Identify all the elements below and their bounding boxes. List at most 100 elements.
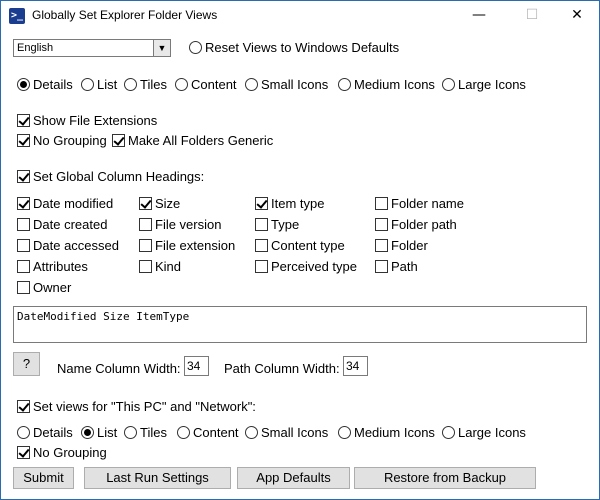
radio-indicator: [245, 78, 258, 91]
language-select[interactable]: English ▼: [13, 39, 171, 57]
col-size[interactable]: Size: [139, 196, 180, 211]
checkbox-indicator: [17, 281, 30, 294]
help-button[interactable]: ?: [13, 352, 40, 376]
name-width-label: Name Column Width:: [57, 361, 181, 376]
checkbox-indicator: [17, 446, 30, 459]
view-mode-medium-icons[interactable]: Medium Icons: [338, 77, 435, 92]
maximize-icon: ☐: [525, 7, 539, 23]
col-perceived-type[interactable]: Perceived type: [255, 259, 357, 274]
radio-indicator: [189, 41, 202, 54]
checkbox-indicator: [17, 239, 30, 252]
checkbox-indicator: [375, 197, 388, 210]
minimize-button[interactable]: —: [456, 1, 502, 30]
reset-views-label: Reset Views to Windows Defaults: [205, 40, 400, 55]
checkbox-indicator: [17, 218, 30, 231]
radio-indicator: [81, 78, 94, 91]
radio-indicator: [245, 426, 258, 439]
col-folder[interactable]: Folder: [375, 238, 428, 253]
radio-indicator: [124, 78, 137, 91]
view-mode-small-icons[interactable]: Small Icons: [245, 77, 328, 92]
view-mode-tiles[interactable]: Tiles: [124, 77, 167, 92]
restore-backup-button[interactable]: Restore from Backup: [354, 467, 536, 489]
no-grouping-checkbox[interactable]: No Grouping: [17, 133, 107, 148]
app-defaults-button[interactable]: App Defaults: [237, 467, 350, 489]
minimize-icon: —: [472, 7, 486, 23]
col-type[interactable]: Type: [255, 217, 299, 232]
checkbox-indicator: [255, 239, 268, 252]
make-generic-checkbox[interactable]: Make All Folders Generic: [112, 133, 273, 148]
pc-view-tiles[interactable]: Tiles: [124, 425, 167, 440]
col-folder-path[interactable]: Folder path: [375, 217, 457, 232]
checkbox-indicator: [255, 260, 268, 273]
checkbox-indicator: [112, 134, 125, 147]
checkbox-indicator: [255, 197, 268, 210]
col-content-type[interactable]: Content type: [255, 238, 345, 253]
checkbox-indicator: [17, 134, 30, 147]
main-window: >_ Globally Set Explorer Folder Views — …: [0, 0, 600, 500]
pc-view-small-icons[interactable]: Small Icons: [245, 425, 328, 440]
col-folder-name[interactable]: Folder name: [375, 196, 464, 211]
checkbox-indicator: [375, 239, 388, 252]
checkbox-indicator: [17, 197, 30, 210]
radio-indicator: [175, 78, 188, 91]
name-width-input[interactable]: 34: [184, 356, 209, 376]
col-attributes[interactable]: Attributes: [17, 259, 88, 274]
pc-no-grouping-checkbox[interactable]: No Grouping: [17, 445, 107, 460]
col-file-version[interactable]: File version: [139, 217, 221, 232]
checkbox-indicator: [375, 218, 388, 231]
pc-view-list[interactable]: List: [81, 425, 117, 440]
pc-view-large-icons[interactable]: Large Icons: [442, 425, 526, 440]
radio-indicator: [17, 78, 30, 91]
checkbox-indicator: [17, 400, 30, 413]
checkbox-indicator: [255, 218, 268, 231]
maximize-button: ☐: [509, 1, 555, 30]
reset-views-radio[interactable]: Reset Views to Windows Defaults: [189, 40, 399, 55]
radio-indicator: [177, 426, 190, 439]
pc-view-content[interactable]: Content: [177, 425, 239, 440]
pc-view-details[interactable]: Details: [17, 425, 73, 440]
col-path[interactable]: Path: [375, 259, 418, 274]
radio-indicator: [442, 426, 455, 439]
column-headings-textbox[interactable]: DateModified Size ItemType: [13, 306, 587, 343]
checkbox-indicator: [139, 218, 152, 231]
radio-indicator: [17, 426, 30, 439]
checkbox-indicator: [375, 260, 388, 273]
checkbox-indicator: [139, 239, 152, 252]
title-bar: >_ Globally Set Explorer Folder Views — …: [1, 1, 599, 30]
col-date-modified[interactable]: Date modified: [17, 196, 113, 211]
col-kind[interactable]: Kind: [139, 259, 181, 274]
checkbox-indicator: [139, 197, 152, 210]
this-pc-checkbox[interactable]: Set views for "This PC" and "Network":: [17, 399, 256, 414]
close-button[interactable]: ✕: [554, 1, 600, 30]
col-date-accessed[interactable]: Date accessed: [17, 238, 119, 253]
radio-indicator: [338, 78, 351, 91]
last-run-settings-button[interactable]: Last Run Settings: [84, 467, 231, 489]
path-width-input[interactable]: 34: [343, 356, 368, 376]
checkbox-indicator: [139, 260, 152, 273]
view-mode-details[interactable]: Details: [17, 77, 73, 92]
radio-indicator: [124, 426, 137, 439]
chevron-down-icon: ▼: [153, 40, 170, 56]
view-mode-content[interactable]: Content: [175, 77, 237, 92]
powershell-icon: >_: [9, 8, 25, 24]
view-mode-list[interactable]: List: [81, 77, 117, 92]
checkbox-indicator: [17, 170, 30, 183]
radio-indicator: [338, 426, 351, 439]
radio-indicator: [442, 78, 455, 91]
view-mode-large-icons[interactable]: Large Icons: [442, 77, 526, 92]
path-width-label: Path Column Width:: [224, 361, 340, 376]
radio-indicator: [81, 426, 94, 439]
col-date-created[interactable]: Date created: [17, 217, 107, 232]
language-selected-value: English: [17, 42, 54, 54]
col-item-type[interactable]: Item type: [255, 196, 324, 211]
global-columns-checkbox[interactable]: Set Global Column Headings:: [17, 169, 204, 184]
close-icon: ✕: [571, 7, 583, 23]
col-file-extension[interactable]: File extension: [139, 238, 235, 253]
col-owner[interactable]: Owner: [17, 280, 71, 295]
pc-view-medium-icons[interactable]: Medium Icons: [338, 425, 435, 440]
show-extensions-checkbox[interactable]: Show File Extensions: [17, 113, 157, 128]
submit-button[interactable]: Submit: [13, 467, 74, 489]
window-title: Globally Set Explorer Folder Views: [32, 8, 218, 22]
checkbox-indicator: [17, 260, 30, 273]
checkbox-indicator: [17, 114, 30, 127]
